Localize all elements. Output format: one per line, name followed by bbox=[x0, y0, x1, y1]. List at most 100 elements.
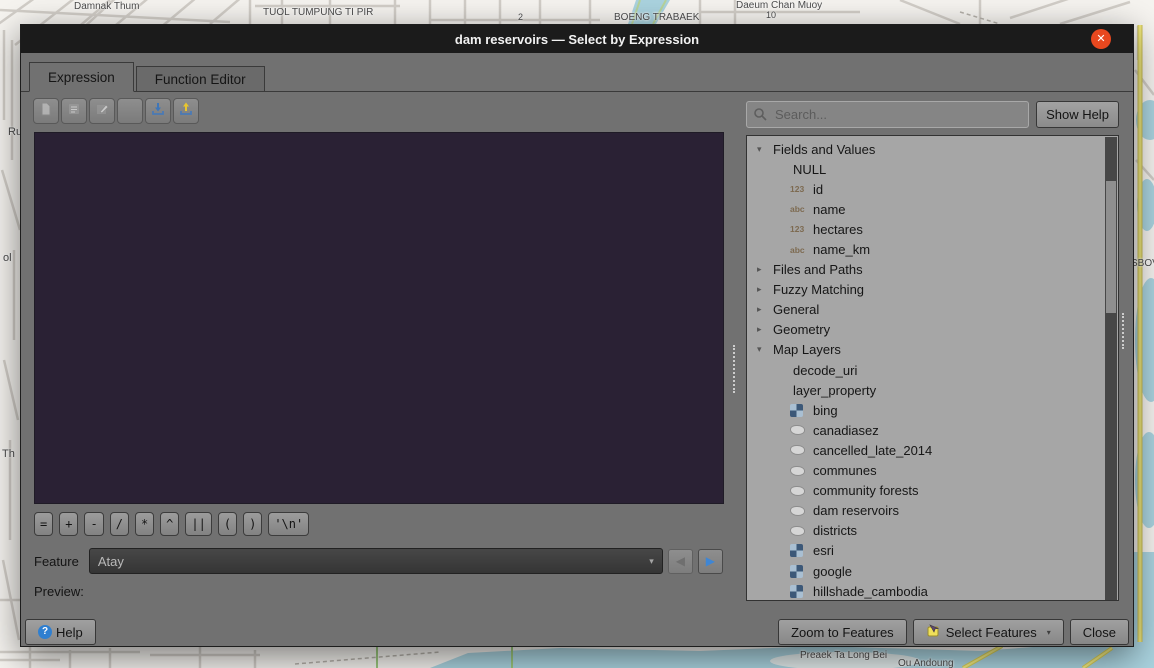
tree-item-label: districts bbox=[813, 523, 857, 538]
expression-text-icon bbox=[66, 101, 82, 122]
search-input[interactable] bbox=[746, 101, 1029, 128]
tree-item-hillshade-cambodia[interactable]: hillshade_cambodia bbox=[747, 581, 1105, 601]
map-label: 10 bbox=[766, 10, 776, 20]
close-icon[interactable]: ✕ bbox=[1091, 29, 1111, 49]
operator-button[interactable]: || bbox=[185, 512, 211, 536]
tree-item-cancelled-late-2014[interactable]: cancelled_late_2014 bbox=[747, 440, 1105, 460]
tab-bar: Expression Function Editor bbox=[21, 62, 1133, 92]
tree-item-canadiasez[interactable]: canadiasez bbox=[747, 420, 1105, 440]
tree-item-label: Fuzzy Matching bbox=[773, 282, 864, 297]
tree-item-esri[interactable]: esri bbox=[747, 541, 1105, 561]
tree-scrollbar[interactable] bbox=[1105, 137, 1117, 601]
tab-function-editor-label: Function Editor bbox=[155, 72, 246, 87]
operator-button[interactable]: ( bbox=[218, 512, 237, 536]
tree-item-communes[interactable]: communes bbox=[747, 461, 1105, 481]
zoom-to-features-label: Zoom to Features bbox=[791, 625, 894, 640]
help-splitter-handle[interactable] bbox=[1122, 313, 1126, 349]
operator-button[interactable]: * bbox=[135, 512, 154, 536]
select-features-button[interactable]: Select Features ▾ bbox=[913, 619, 1064, 645]
tree-item-decode-uri[interactable]: decode_uri bbox=[747, 360, 1105, 380]
tree-item-dam-reservoirs[interactable]: dam reservoirs bbox=[747, 501, 1105, 521]
show-help-button[interactable]: Show Help bbox=[1036, 101, 1119, 128]
next-feature-button[interactable]: ▶ bbox=[698, 549, 723, 574]
tree-item-google[interactable]: google bbox=[747, 561, 1105, 581]
operator-button[interactable]: '\n' bbox=[268, 512, 309, 536]
operator-button[interactable]: ) bbox=[243, 512, 262, 536]
map-label: Ou Andoung bbox=[898, 658, 954, 668]
edit-expression-button[interactable] bbox=[89, 98, 115, 124]
expression-editor[interactable] bbox=[34, 132, 724, 504]
expand-icon: ▸ bbox=[757, 284, 771, 295]
tree-item-general[interactable]: ▸General bbox=[747, 300, 1105, 320]
operator-button[interactable]: + bbox=[59, 512, 78, 536]
tree-item-name-km[interactable]: abcname_km bbox=[747, 239, 1105, 259]
tree-item-label: dam reservoirs bbox=[813, 503, 899, 518]
help-icon: ? bbox=[38, 625, 52, 639]
raster-layer-icon bbox=[790, 585, 803, 598]
clear-expression-button[interactable] bbox=[117, 98, 143, 124]
close-button[interactable]: Close bbox=[1070, 619, 1129, 645]
tree-item-label: layer_property bbox=[793, 383, 876, 398]
operator-button[interactable]: ^ bbox=[160, 512, 179, 536]
tab-expression[interactable]: Expression bbox=[29, 62, 134, 92]
tree-item-label: name bbox=[813, 202, 846, 217]
expand-icon: ▸ bbox=[757, 304, 771, 315]
tree-item-label: id bbox=[813, 182, 823, 197]
map-label: ol bbox=[3, 252, 12, 264]
tree-item-label: NULL bbox=[793, 162, 826, 177]
icon-cell bbox=[790, 585, 813, 598]
icon-cell bbox=[790, 425, 813, 435]
tree-item-label: hectares bbox=[813, 222, 863, 237]
tree-item-geometry[interactable]: ▸Geometry bbox=[747, 320, 1105, 340]
zoom-to-features-button[interactable]: Zoom to Features bbox=[778, 619, 907, 645]
tree-item-label: canadiasez bbox=[813, 423, 879, 438]
tree-item-fields-and-values[interactable]: ▾Fields and Values bbox=[747, 139, 1105, 159]
tree-item-districts[interactable]: districts bbox=[747, 521, 1105, 541]
export-expression-icon bbox=[178, 101, 194, 122]
tree-item-label: cancelled_late_2014 bbox=[813, 443, 932, 458]
tree-item-label: Files and Paths bbox=[773, 262, 863, 277]
edit-expression-icon bbox=[94, 101, 110, 122]
tree-item-layer-property[interactable]: layer_property bbox=[747, 380, 1105, 400]
operator-button[interactable]: - bbox=[84, 512, 103, 536]
string-field-icon: abc bbox=[790, 204, 805, 214]
expression-text-button[interactable] bbox=[61, 98, 87, 124]
scrollbar-thumb[interactable] bbox=[1106, 181, 1116, 313]
polygon-layer-icon bbox=[790, 526, 805, 536]
chevron-down-icon: ▾ bbox=[649, 556, 654, 567]
tree-item-null[interactable]: NULL bbox=[747, 159, 1105, 179]
icon-cell bbox=[790, 526, 813, 536]
panel-splitter-handle[interactable] bbox=[733, 345, 737, 393]
feature-select[interactable]: Atay ▾ bbox=[89, 548, 663, 574]
clear-expression-icon bbox=[122, 101, 138, 122]
operator-button[interactable]: = bbox=[34, 512, 53, 536]
tree-rows: ▾Fields and ValuesNULL123idabcname123hec… bbox=[747, 139, 1105, 601]
tree-item-hectares[interactable]: 123 hectares bbox=[747, 219, 1105, 239]
tab-function-editor[interactable]: Function Editor bbox=[136, 66, 265, 91]
tree-item-map-layers[interactable]: ▾Map Layers bbox=[747, 340, 1105, 360]
import-expression-button[interactable] bbox=[145, 98, 171, 124]
tree-item-name[interactable]: abcname bbox=[747, 199, 1105, 219]
map-label: Daeum Chan Muoy bbox=[736, 0, 822, 11]
dialog-title: dam reservoirs — Select by Expression bbox=[455, 32, 699, 47]
operator-button[interactable]: / bbox=[110, 512, 129, 536]
tree-item-community-forests[interactable]: community forests bbox=[747, 481, 1105, 501]
tree-item-bing[interactable]: bing bbox=[747, 400, 1105, 420]
export-expression-button[interactable] bbox=[173, 98, 199, 124]
integer-field-icon: 123 bbox=[790, 224, 804, 234]
tree-item-fuzzy-matching[interactable]: ▸Fuzzy Matching bbox=[747, 280, 1105, 300]
help-button[interactable]: ? Help bbox=[25, 619, 96, 645]
icon-cell bbox=[790, 544, 813, 557]
new-expression-button[interactable] bbox=[33, 98, 59, 124]
tree-item-label: Map Layers bbox=[773, 342, 841, 357]
tree-item-id[interactable]: 123id bbox=[747, 179, 1105, 199]
search-row: Show Help bbox=[746, 101, 1119, 128]
expression-function-tree: ▾Fields and ValuesNULL123idabcname123hec… bbox=[746, 135, 1119, 601]
feature-label: Feature bbox=[34, 554, 79, 569]
tab-expression-label: Expression bbox=[48, 70, 115, 85]
tree-item-files-and-paths[interactable]: ▸Files and Paths bbox=[747, 260, 1105, 280]
menu-arrow-icon: ▾ bbox=[1047, 628, 1051, 637]
map-label: Th bbox=[2, 448, 15, 460]
previous-feature-button[interactable]: ◀ bbox=[668, 549, 693, 574]
icon-cell bbox=[790, 486, 813, 496]
